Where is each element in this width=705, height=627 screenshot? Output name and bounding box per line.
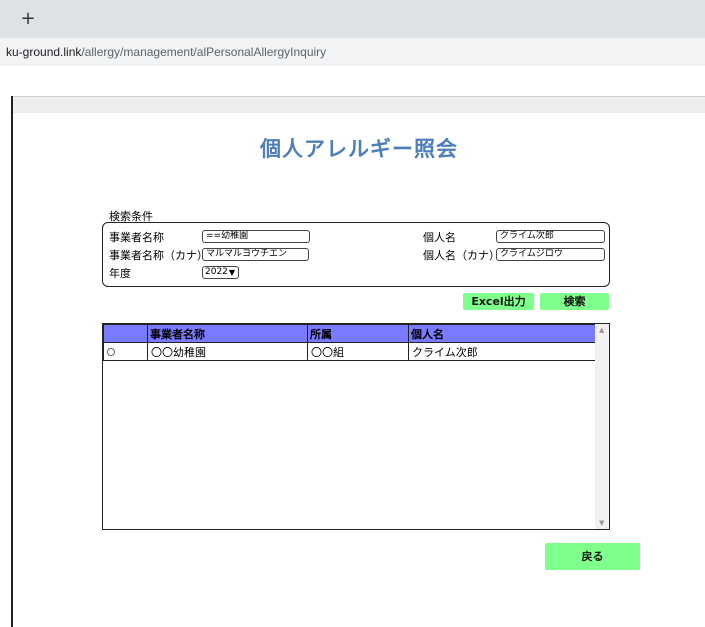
url-path: /allergy/management/alPersonalAllergyInq… bbox=[81, 45, 327, 59]
search-conditions-box: 事業者名称 ==幼稚園 事業者名称（カナ） マルマルヨウチエン 年度 2022 ▼… bbox=[102, 222, 610, 287]
row-dept-cell: 〇〇組 bbox=[307, 342, 409, 361]
person-kana-input[interactable]: クライムジロウ bbox=[496, 248, 605, 261]
row-name-cell: クライム次郎 bbox=[408, 342, 596, 361]
person-name-label: 個人名 bbox=[423, 231, 456, 244]
browser-window: + ku-ground.link/allergy/management/alPe… bbox=[0, 0, 705, 627]
row-select-cell[interactable] bbox=[103, 342, 148, 361]
results-table: 事業者名称 所属 個人名 〇〇幼稚園 〇〇組 クライム次郎 bbox=[103, 324, 596, 361]
year-select[interactable]: 2022 ▼ bbox=[202, 266, 239, 279]
search-button[interactable]: 検索 bbox=[540, 293, 609, 310]
company-name-input[interactable]: ==幼稚園 bbox=[202, 230, 310, 243]
table-header-row: 事業者名称 所属 個人名 bbox=[103, 324, 596, 343]
table-scrollbar[interactable]: ▲ ▼ bbox=[595, 324, 609, 529]
chevron-down-icon: ▼ bbox=[228, 268, 235, 277]
year-select-value: 2022 bbox=[205, 267, 228, 277]
back-button[interactable]: 戻る bbox=[545, 543, 640, 570]
company-kana-input[interactable]: マルマルヨウチエン bbox=[202, 248, 309, 261]
app-content: 個人アレルギー照会 検索条件 事業者名称 ==幼稚園 事業者名称（カナ） マルマ… bbox=[13, 113, 705, 627]
company-name-label: 事業者名称 bbox=[109, 231, 164, 244]
scroll-up-icon[interactable]: ▲ bbox=[599, 326, 604, 334]
table-header-dept: 所属 bbox=[307, 324, 409, 343]
results-table-container: 事業者名称 所属 個人名 〇〇幼稚園 〇〇組 クライム次郎 ▲ ▼ bbox=[102, 323, 610, 530]
person-name-input[interactable]: クライム次郎 bbox=[496, 230, 605, 243]
url-host: ku-ground.link bbox=[6, 45, 82, 59]
page-header-strip bbox=[12, 97, 705, 113]
new-tab-button[interactable]: + bbox=[20, 10, 36, 28]
person-kana-label: 個人名（カナ） bbox=[423, 249, 500, 262]
company-kana-label: 事業者名称（カナ） bbox=[109, 249, 208, 262]
table-header-name: 個人名 bbox=[408, 324, 596, 343]
table-header-company: 事業者名称 bbox=[147, 324, 308, 343]
row-radio[interactable] bbox=[107, 348, 115, 356]
scroll-down-icon[interactable]: ▼ bbox=[599, 519, 604, 527]
tab-bar: + bbox=[0, 0, 705, 38]
excel-export-button[interactable]: Excel出力 bbox=[463, 293, 534, 310]
row-company-cell: 〇〇幼稚園 bbox=[147, 342, 308, 361]
year-label: 年度 bbox=[109, 267, 131, 280]
address-bar[interactable]: ku-ground.link/allergy/management/alPers… bbox=[0, 38, 705, 66]
url-text[interactable]: ku-ground.link/allergy/management/alPers… bbox=[6, 45, 326, 59]
browser-toolbar bbox=[0, 66, 705, 96]
table-row[interactable]: 〇〇幼稚園 〇〇組 クライム次郎 bbox=[103, 342, 596, 361]
table-header-select bbox=[103, 324, 148, 343]
page-title: 個人アレルギー照会 bbox=[260, 137, 458, 161]
